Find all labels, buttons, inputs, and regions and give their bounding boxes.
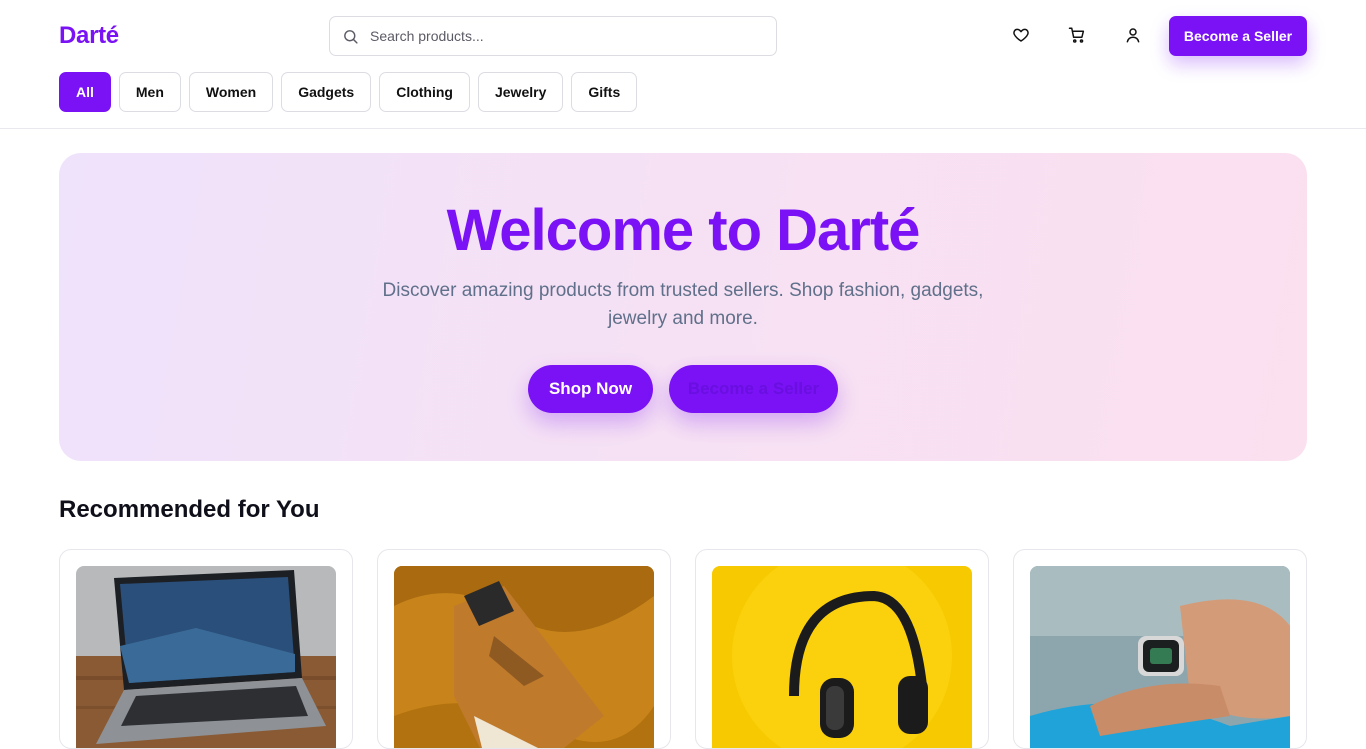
- hero-subtitle: Discover amazing products from trusted s…: [382, 280, 984, 329]
- search-input[interactable]: [370, 17, 770, 55]
- headphones-image: [712, 566, 972, 748]
- laptop-image: [76, 566, 336, 748]
- category-gifts[interactable]: Gifts: [571, 72, 638, 112]
- category-women[interactable]: Women: [188, 72, 274, 112]
- hero-become-seller-button[interactable]: Become a Seller: [669, 365, 838, 413]
- cart-icon[interactable]: [1068, 26, 1086, 44]
- product-card[interactable]: [377, 549, 671, 749]
- top-header: Darté Become a Seller All Men Women Gadg…: [0, 0, 1366, 129]
- hero-banner: Welcome to Darté Discover amazing produc…: [59, 153, 1307, 461]
- search-box[interactable]: [329, 16, 777, 56]
- shop-now-button[interactable]: Shop Now: [528, 365, 653, 413]
- brand-logo[interactable]: Darté: [59, 22, 119, 50]
- section-title-recommended: Recommended for You: [59, 496, 320, 523]
- smartwatch-image: [1030, 566, 1290, 748]
- product-card[interactable]: [695, 549, 989, 749]
- category-all[interactable]: All: [59, 72, 111, 112]
- category-gadgets[interactable]: Gadgets: [281, 72, 372, 112]
- product-card[interactable]: [59, 549, 353, 749]
- search-icon: [344, 30, 358, 44]
- category-men[interactable]: Men: [118, 72, 181, 112]
- sneaker-image: [394, 566, 654, 748]
- hero-title: Welcome to Darté: [446, 198, 921, 263]
- product-card[interactable]: [1013, 549, 1307, 749]
- become-seller-button[interactable]: Become a Seller: [1169, 16, 1307, 56]
- user-icon[interactable]: [1124, 26, 1142, 44]
- category-jewelry[interactable]: Jewelry: [477, 72, 564, 112]
- category-filter-bar: All Men Women Gadgets Clothing Jewelry G…: [59, 72, 638, 112]
- category-clothing[interactable]: Clothing: [379, 72, 470, 112]
- heart-icon[interactable]: [1012, 26, 1030, 44]
